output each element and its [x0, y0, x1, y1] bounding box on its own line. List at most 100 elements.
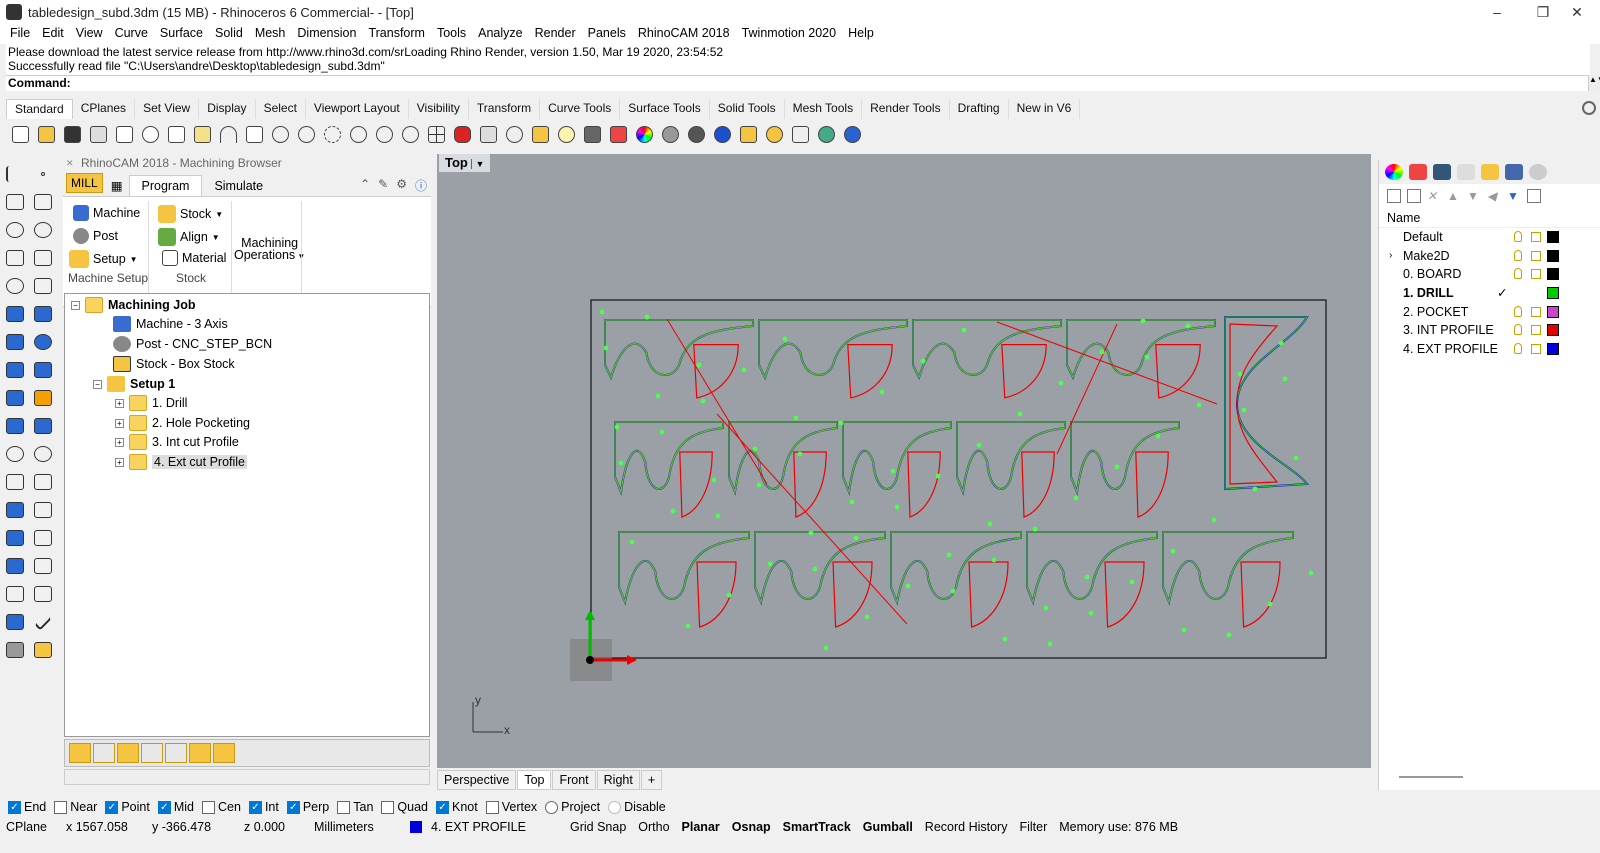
- checkbox[interactable]: ✓: [105, 800, 119, 814]
- edit-points-icon[interactable]: [30, 470, 56, 494]
- text-icon[interactable]: [2, 498, 28, 522]
- minimize-button[interactable]: –: [1474, 0, 1520, 24]
- checkbox[interactable]: [54, 800, 68, 814]
- four-viewports-icon[interactable]: [424, 122, 449, 146]
- tree-node-machining-job[interactable]: − Machining Job: [71, 296, 196, 314]
- viewtab-perspective[interactable]: Perspective: [437, 770, 517, 790]
- tab-simulate[interactable]: Simulate: [202, 176, 275, 196]
- array-linear-icon[interactable]: [30, 582, 56, 606]
- menu-rhinocam[interactable]: RhinoCAM 2018: [632, 26, 736, 40]
- layer-row-ext-profile[interactable]: 4. EXT PROFILE: [1379, 340, 1600, 359]
- dimension-tool-icon[interactable]: [30, 526, 56, 550]
- tree-node-hole-pocketing[interactable]: +2. Hole Pocketing: [115, 414, 250, 432]
- paint-icon[interactable]: [30, 638, 56, 662]
- extrude-icon[interactable]: [30, 302, 56, 326]
- cut-icon[interactable]: [138, 122, 163, 146]
- layers-panel-icon[interactable]: [1409, 164, 1427, 180]
- mesh-icon[interactable]: [2, 358, 28, 382]
- checkbox[interactable]: [337, 800, 351, 814]
- undo-view-icon[interactable]: [398, 122, 423, 146]
- menu-edit[interactable]: Edit: [36, 26, 70, 40]
- polyline-icon[interactable]: [2, 190, 28, 214]
- tab-drafting[interactable]: Drafting: [950, 99, 1009, 119]
- osnap-near[interactable]: Near: [54, 800, 97, 814]
- planar-toggle[interactable]: Planar: [676, 820, 726, 834]
- gumball-toggle[interactable]: Gumball: [857, 820, 919, 834]
- toolpath-info-icon[interactable]: [189, 743, 211, 763]
- rectangle-icon[interactable]: [30, 246, 56, 270]
- visibility-bulb-icon[interactable]: [1514, 268, 1522, 280]
- osnap-quad[interactable]: Quad: [381, 800, 428, 814]
- checkbox[interactable]: ✓: [436, 800, 449, 814]
- menu-dimension[interactable]: Dimension: [291, 26, 362, 40]
- save-icon[interactable]: [60, 122, 85, 146]
- open-file-icon[interactable]: [34, 122, 59, 146]
- boolean-icon[interactable]: [2, 386, 28, 410]
- paste-icon[interactable]: [190, 122, 215, 146]
- new-layer-icon[interactable]: [1387, 189, 1401, 203]
- tab-transform[interactable]: Transform: [469, 99, 541, 119]
- lock-icon[interactable]: [1531, 232, 1541, 242]
- tab-program[interactable]: Program: [128, 175, 203, 196]
- toolpath-tree-icon[interactable]: [141, 743, 163, 763]
- copy-icon[interactable]: [164, 122, 189, 146]
- tab-cplanes[interactable]: CPlanes: [73, 99, 136, 119]
- layer-color-swatch[interactable]: [1547, 324, 1559, 337]
- setup-dropdown[interactable]: Setup ▼: [69, 250, 138, 268]
- menu-render[interactable]: Render: [529, 26, 582, 40]
- menu-view[interactable]: View: [70, 26, 109, 40]
- viewtab-top[interactable]: Top: [517, 770, 552, 790]
- layer-row-default[interactable]: Default: [1379, 228, 1600, 247]
- top-viewport[interactable]: Top ▼ y x: [437, 154, 1371, 768]
- render-panel-icon[interactable]: [1457, 164, 1475, 180]
- tree-node-post[interactable]: Post - CNC_STEP_BCN: [113, 335, 272, 353]
- help-icon[interactable]: [840, 122, 865, 146]
- lock-icon[interactable]: [1531, 306, 1541, 317]
- render-sphere-icon[interactable]: [710, 122, 735, 146]
- polygon-icon[interactable]: [2, 246, 28, 270]
- tab-solid-tools[interactable]: Solid Tools: [710, 99, 785, 119]
- lock-icon[interactable]: [1531, 250, 1541, 261]
- tree-node-drill[interactable]: +1. Drill: [115, 394, 187, 412]
- layers-scrollbar[interactable]: [1399, 776, 1463, 778]
- analyze-icon[interactable]: [2, 610, 28, 634]
- lock-icon[interactable]: [580, 122, 605, 146]
- arc-icon[interactable]: [30, 218, 56, 242]
- tab-curve-tools[interactable]: Curve Tools: [540, 99, 621, 119]
- ortho-toggle[interactable]: Ortho: [632, 820, 675, 834]
- osnap-knot[interactable]: ✓ Knot: [436, 800, 478, 814]
- menu-tools[interactable]: Tools: [431, 26, 472, 40]
- array-icon[interactable]: [30, 442, 56, 466]
- stock-dropdown[interactable]: Stock ▼: [158, 205, 223, 223]
- layer-color-swatch[interactable]: [1547, 305, 1559, 318]
- pan-hand-icon[interactable]: [242, 122, 267, 146]
- filter-icon[interactable]: ▼: [1507, 189, 1521, 203]
- mesh-plane-icon[interactable]: [30, 358, 56, 382]
- color-wheel-icon[interactable]: [632, 122, 657, 146]
- move-down-icon[interactable]: ▼: [1467, 189, 1481, 203]
- move-left-icon[interactable]: ◀: [1487, 189, 1501, 203]
- lock-icon[interactable]: [1531, 269, 1541, 280]
- post-button[interactable]: Post: [73, 228, 118, 244]
- move-icon[interactable]: [30, 386, 56, 410]
- menu-mesh[interactable]: Mesh: [249, 26, 292, 40]
- checkbox[interactable]: [545, 800, 559, 814]
- machine-button[interactable]: Machine: [73, 205, 140, 221]
- tab-select[interactable]: Select: [256, 99, 306, 119]
- checkbox[interactable]: ✓: [8, 800, 21, 814]
- osnap-point[interactable]: ✓ Point: [105, 800, 150, 814]
- menu-analyze[interactable]: Analyze: [472, 26, 528, 40]
- layer-row-pocket[interactable]: 2. POCKET: [1379, 303, 1600, 322]
- import-icon[interactable]: [112, 122, 137, 146]
- layer-name-header[interactable]: Name: [1379, 208, 1600, 228]
- color-wheel-panel-icon[interactable]: [1385, 164, 1403, 180]
- menu-surface[interactable]: Surface: [154, 26, 209, 40]
- curve-from-object-icon[interactable]: [2, 470, 28, 494]
- osnap-project[interactable]: Project: [545, 800, 600, 814]
- tab-set-view[interactable]: Set View: [135, 99, 200, 119]
- globe-icon[interactable]: [814, 122, 839, 146]
- delete-layer-icon[interactable]: ✕: [1427, 189, 1441, 203]
- tab-mesh-tools[interactable]: Mesh Tools: [785, 99, 863, 119]
- osnap-vertex[interactable]: Vertex: [485, 800, 537, 814]
- tab-viewport-layout[interactable]: Viewport Layout: [306, 99, 409, 119]
